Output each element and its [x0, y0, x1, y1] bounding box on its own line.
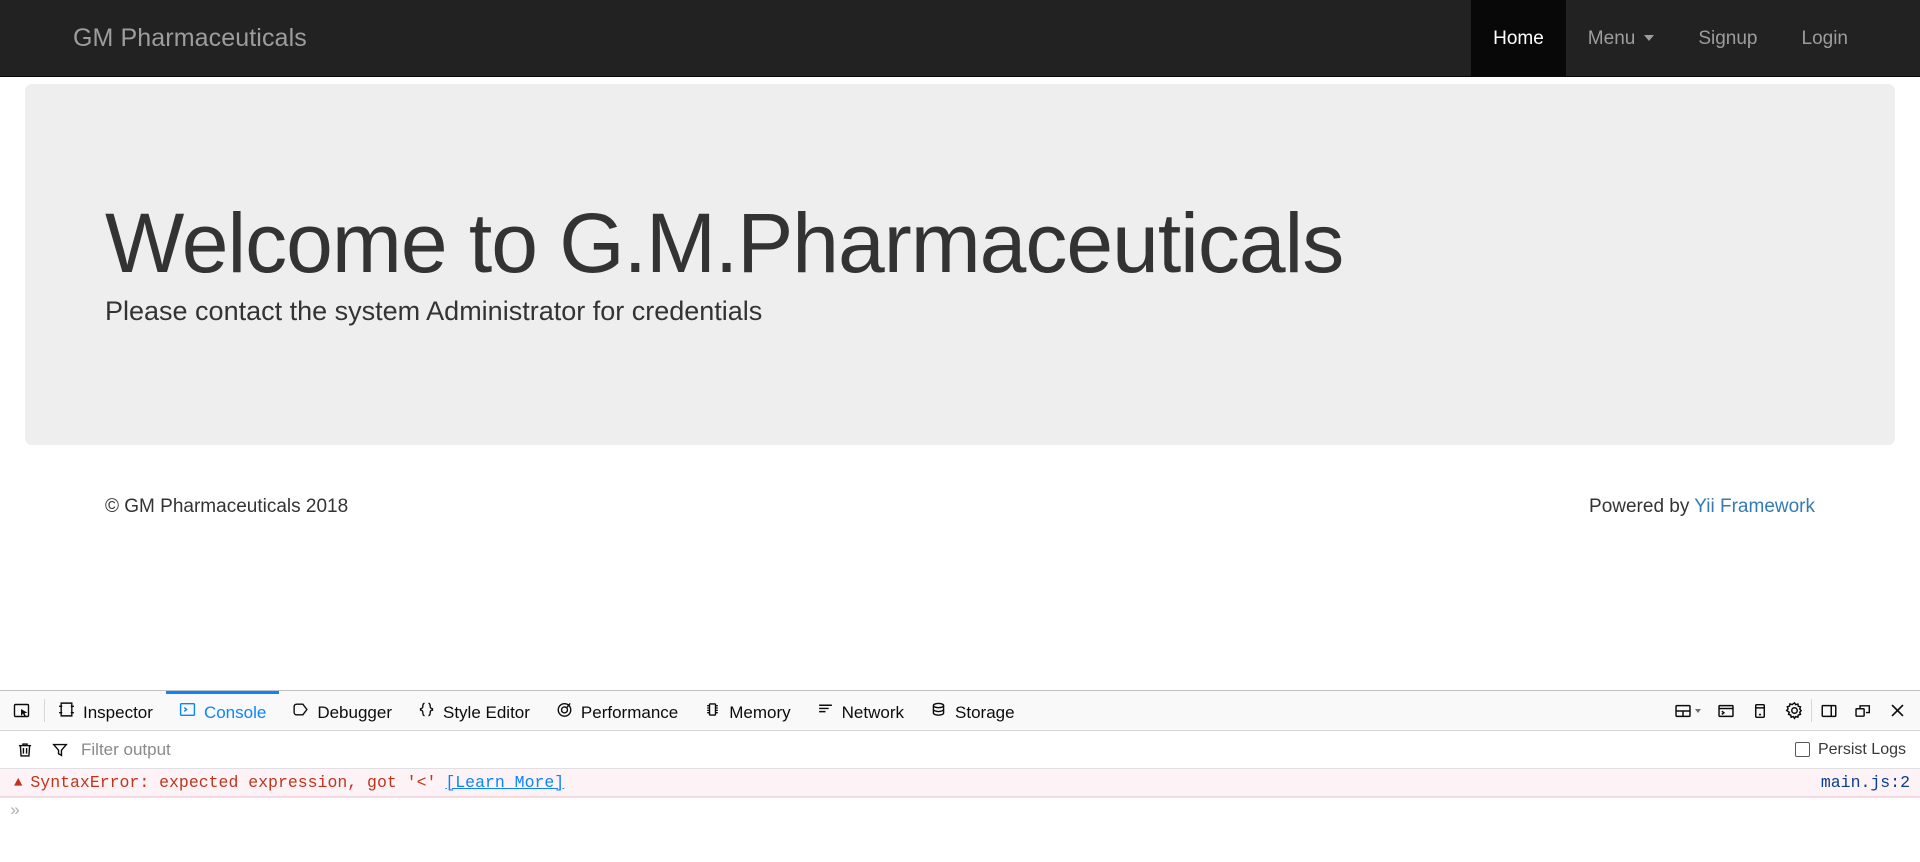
responsive-layout-icon[interactable] [1665, 691, 1709, 730]
nav-item-login-label: Login [1801, 27, 1849, 49]
browser-page-viewport: GM Pharmaceuticals Home Menu Signup Logi… [0, 0, 1920, 690]
page-subtitle: Please contact the system Administrator … [105, 295, 763, 326]
tab-style-editor-label: Style Editor [442, 702, 530, 722]
persist-logs-toggle[interactable]: Persist Logs [1794, 740, 1910, 759]
tab-performance[interactable]: Performance [543, 691, 691, 730]
inspector-icon [58, 701, 75, 723]
tab-memory[interactable]: Memory [691, 691, 803, 730]
split-console-icon[interactable] [1709, 691, 1743, 730]
tab-network[interactable]: Network [804, 691, 917, 730]
tab-debugger[interactable]: Debugger [279, 691, 405, 730]
storage-icon [930, 701, 947, 723]
tab-network-label: Network [841, 702, 905, 722]
tab-console-label: Console [203, 702, 267, 722]
performance-icon [556, 701, 573, 723]
nav-item-menu[interactable]: Menu [1566, 0, 1677, 76]
debugger-icon [292, 701, 309, 723]
footer-copyright: © GM Pharmaceuticals 2018 [105, 496, 349, 517]
navbar-nav: Home Menu Signup Login [1471, 0, 1870, 76]
page-footer: © GM Pharmaceuticals 2018 Powered by Yii… [0, 476, 1920, 536]
devtools-toolbar-actions [1665, 691, 1920, 730]
console-input-row[interactable]: » [0, 797, 1920, 833]
nav-item-home-label: Home [1493, 27, 1544, 49]
console-filter-bar: Persist Logs [0, 731, 1920, 769]
nav-item-login[interactable]: Login [1780, 0, 1871, 76]
close-icon[interactable] [1880, 691, 1914, 730]
nav-item-menu-label: Menu [1587, 27, 1636, 49]
footer-inner: © GM Pharmaceuticals 2018 Powered by Yii… [0, 477, 1920, 537]
console-icon [179, 701, 196, 723]
navbar-spacer [326, 0, 1471, 76]
console-filter-input[interactable] [77, 739, 1795, 760]
tab-console[interactable]: Console [165, 691, 280, 730]
trash-icon[interactable] [8, 741, 42, 759]
funnel-icon[interactable] [43, 741, 77, 759]
nav-item-signup-label: Signup [1698, 27, 1758, 49]
sidebar-toggle-icon[interactable] [1812, 691, 1846, 730]
devtools-panel: Inspector Console Debugger Style Editor … [0, 690, 1920, 862]
tab-inspector[interactable]: Inspector [45, 691, 166, 730]
settings-gear-icon[interactable] [1777, 691, 1811, 730]
warning-triangle-icon: ▲ [14, 774, 23, 791]
element-picker-icon[interactable] [0, 691, 44, 730]
chevron-down-icon [1644, 35, 1655, 41]
responsive-design-mode-icon[interactable] [1743, 691, 1777, 730]
tab-debugger-label: Debugger [317, 702, 392, 722]
memory-icon [704, 701, 721, 723]
devtools-tab-list: Inspector Console Debugger Style Editor … [45, 691, 1665, 730]
tab-performance-label: Performance [580, 702, 679, 722]
persist-logs-label: Persist Logs [1817, 740, 1906, 758]
chevron-down-icon [1694, 708, 1701, 713]
console-message-row[interactable]: ▲ SyntaxError: expected expression, got … [0, 769, 1920, 797]
page-title: Welcome to G.M.Pharmaceuticals [105, 195, 1344, 290]
navbar-brand[interactable]: GM Pharmaceuticals [50, 0, 326, 76]
tab-storage[interactable]: Storage [917, 691, 1028, 730]
tab-style-editor[interactable]: Style Editor [405, 691, 543, 730]
footer-powered-prefix: Powered by [1589, 496, 1695, 517]
navbar: GM Pharmaceuticals Home Menu Signup Logi… [0, 0, 1920, 77]
console-message-source-link[interactable]: main.js:2 [1821, 773, 1910, 792]
devtools-toolbar: Inspector Console Debugger Style Editor … [0, 691, 1920, 731]
style-editor-icon [418, 701, 435, 723]
console-message-list: ▲ SyntaxError: expected expression, got … [0, 769, 1920, 797]
nav-item-signup[interactable]: Signup [1676, 0, 1779, 76]
jumbotron: Welcome to G.M.Pharmaceuticals Please co… [25, 84, 1895, 445]
learn-more-link[interactable]: [Learn More] [445, 773, 564, 792]
tab-storage-label: Storage [955, 702, 1015, 722]
tab-memory-label: Memory [729, 702, 791, 722]
console-prompt-chevrons-icon: » [10, 802, 20, 821]
detach-window-icon[interactable] [1846, 691, 1880, 730]
tab-inspector-label: Inspector [83, 702, 153, 722]
footer-powered-by: Powered by Yii Framework [1589, 496, 1815, 518]
console-message-text: SyntaxError: expected expression, got '<… [30, 773, 437, 792]
nav-item-home[interactable]: Home [1471, 0, 1566, 76]
persist-logs-checkbox[interactable] [1794, 742, 1810, 757]
yii-framework-link[interactable]: Yii Framework [1694, 496, 1815, 517]
network-icon [817, 701, 834, 723]
